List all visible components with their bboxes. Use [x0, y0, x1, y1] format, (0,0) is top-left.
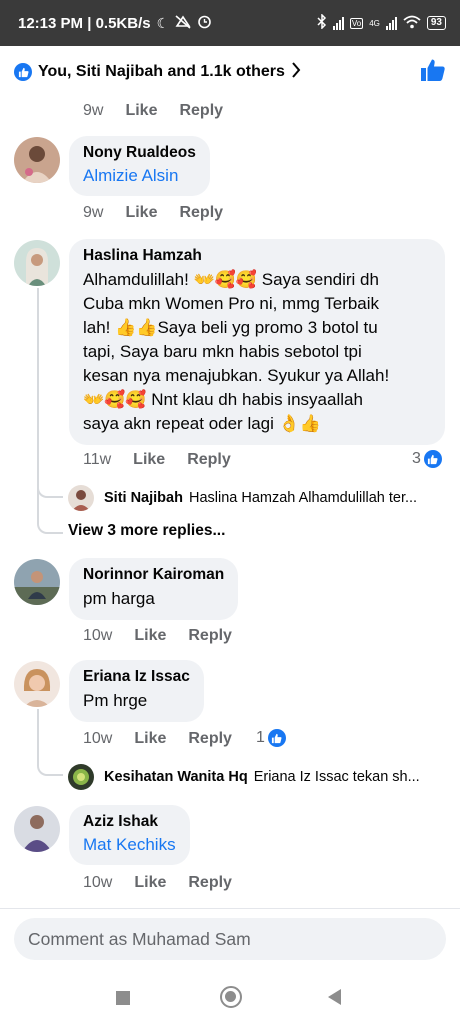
- avatar[interactable]: [14, 806, 60, 852]
- moon-icon: ☾: [156, 14, 170, 31]
- like-badge-icon: [423, 450, 442, 468]
- avatar[interactable]: [14, 661, 60, 707]
- commenter-name[interactable]: Norinnor Kairoman: [83, 566, 224, 584]
- comment-bubble: Eriana Iz Issac Pm hrge: [69, 660, 204, 722]
- comment-line: tapi, Saya baru mkn habis sebotol tpi: [83, 342, 362, 361]
- reply-button[interactable]: Reply: [179, 204, 223, 222]
- reply-preview[interactable]: Siti Najibah Haslina Hamzah Alhamdulilla…: [68, 485, 417, 511]
- mute-icon: [175, 14, 191, 32]
- comment-time: 11w: [83, 451, 112, 468]
- comment-bubble: Haslina Hamzah Alhamdulillah! 👐🥰🥰 Saya s…: [69, 239, 445, 445]
- status-time-speed: 12:13 PM | 0.5KB/s: [18, 14, 151, 32]
- reaction-count-number: 1: [256, 729, 265, 746]
- like-button[interactable]: Like: [134, 627, 166, 645]
- reactions-summary[interactable]: You, Siti Najibah and 1.1k others: [0, 46, 460, 98]
- comment-line: saya akn repeat oder lagi 👌👍: [83, 414, 321, 433]
- home-button[interactable]: [220, 986, 242, 1008]
- avatar: [68, 485, 94, 511]
- like-button[interactable]: Like: [133, 451, 165, 469]
- reply-button[interactable]: Reply: [188, 874, 232, 892]
- like-post-button[interactable]: [420, 58, 446, 87]
- bluetooth-icon: [317, 13, 327, 32]
- reaction-count[interactable]: 1: [256, 729, 286, 747]
- comment-time: 10w: [83, 627, 113, 644]
- avatar[interactable]: [14, 137, 60, 183]
- wifi-icon: [403, 15, 421, 32]
- signal-icon-2: [385, 16, 397, 30]
- comment-line: 👐🥰🥰 Nnt klau dh habis insyaallah: [83, 390, 363, 409]
- comment-time: 10w: [83, 730, 113, 747]
- reply-author[interactable]: Siti Najibah: [104, 490, 183, 506]
- reply-snippet: Eriana Iz Issac tekan sh...: [253, 769, 420, 785]
- battery-icon: 93: [426, 16, 446, 30]
- signal-icon: [332, 16, 344, 30]
- like-button[interactable]: Like: [134, 874, 166, 892]
- reply-snippet: Haslina Hamzah Alhamdulillah ter...: [188, 490, 418, 506]
- commenter-name[interactable]: Nony Rualdeos: [83, 144, 196, 162]
- like-button[interactable]: Like: [134, 730, 166, 748]
- comment-input[interactable]: Comment as Muhamad Sam: [14, 918, 446, 960]
- like-badge-icon: [14, 63, 32, 81]
- comment-line: lah! 👍👍Saya beli yg promo 3 botol tu: [83, 318, 378, 337]
- back-button[interactable]: [328, 989, 341, 1005]
- reply-preview[interactable]: Kesihatan Wanita Hq Eriana Iz Issac teka…: [68, 764, 420, 790]
- avatar[interactable]: [14, 240, 60, 286]
- comment-time: 9w: [83, 102, 104, 119]
- comment-time: 9w: [83, 204, 104, 221]
- comment-time: 10w: [83, 874, 113, 891]
- thread-connector: [37, 760, 63, 776]
- thread-connector: [37, 502, 63, 534]
- comment-bubble: Nony Rualdeos Almizie Alsin: [69, 136, 210, 196]
- like-badge-icon: [267, 729, 286, 747]
- alarm-icon: [197, 14, 212, 32]
- comment-actions: 10w Like Reply: [83, 627, 232, 645]
- status-bar: 12:13 PM | 0.5KB/s ☾ Vo 4G 93: [0, 0, 460, 46]
- commenter-name[interactable]: Haslina Hamzah: [83, 247, 431, 265]
- commenter-name[interactable]: Eriana Iz Issac: [83, 668, 190, 686]
- comment-actions: 9w Like Reply: [83, 204, 223, 222]
- reactions-summary-text: You, Siti Najibah and 1.1k others: [38, 63, 285, 80]
- reaction-count[interactable]: 3: [412, 450, 442, 468]
- like-button[interactable]: Like: [125, 204, 157, 222]
- comment-actions-prev: 9w Like Reply: [83, 102, 223, 120]
- chevron-right-icon: [291, 61, 301, 84]
- view-more-replies-link[interactable]: View 3 more replies...: [68, 522, 225, 540]
- reaction-count-number: 3: [412, 450, 421, 467]
- avatar: [68, 764, 94, 790]
- comment-line: kesan nya menajubkan. Syukur ya Allah!: [83, 366, 390, 385]
- volte-badge: Vo: [349, 17, 364, 29]
- reply-author[interactable]: Kesihatan Wanita Hq: [104, 769, 248, 785]
- commenter-name[interactable]: Aziz Ishak: [83, 813, 176, 831]
- mention-link[interactable]: Almizie Alsin: [83, 165, 196, 187]
- network-type: 4G: [369, 18, 380, 28]
- comment-actions: 10w Like Reply: [83, 730, 232, 748]
- thread-line: [37, 709, 39, 763]
- thread-line: [37, 288, 39, 502]
- reply-button[interactable]: Reply: [188, 730, 232, 748]
- reply-button[interactable]: Reply: [187, 451, 231, 469]
- recent-apps-button[interactable]: [116, 991, 130, 1005]
- reply-button[interactable]: Reply: [179, 102, 223, 120]
- reply-button[interactable]: Reply: [188, 627, 232, 645]
- comment-text: pm harga: [83, 589, 155, 608]
- comment-line: Cuba mkn Women Pro ni, mmg Terbaik: [83, 294, 380, 313]
- comment-actions: 11w Like Reply: [83, 451, 231, 469]
- comment-input-placeholder: Comment as Muhamad Sam: [28, 928, 251, 949]
- like-button[interactable]: Like: [125, 102, 157, 120]
- thread-connector: [37, 484, 63, 498]
- comment-bubble: Aziz Ishak Mat Kechiks: [69, 805, 190, 865]
- comment-text: Pm hrge: [83, 691, 148, 710]
- comment-actions: 10w Like Reply: [83, 874, 232, 892]
- comment-bubble: Norinnor Kairoman pm harga: [69, 558, 239, 620]
- avatar[interactable]: [14, 559, 60, 605]
- comment-line: Alhamdulillah! 👐🥰🥰 Saya sendiri dh: [83, 270, 379, 289]
- mention-link[interactable]: Mat Kechiks: [83, 834, 176, 856]
